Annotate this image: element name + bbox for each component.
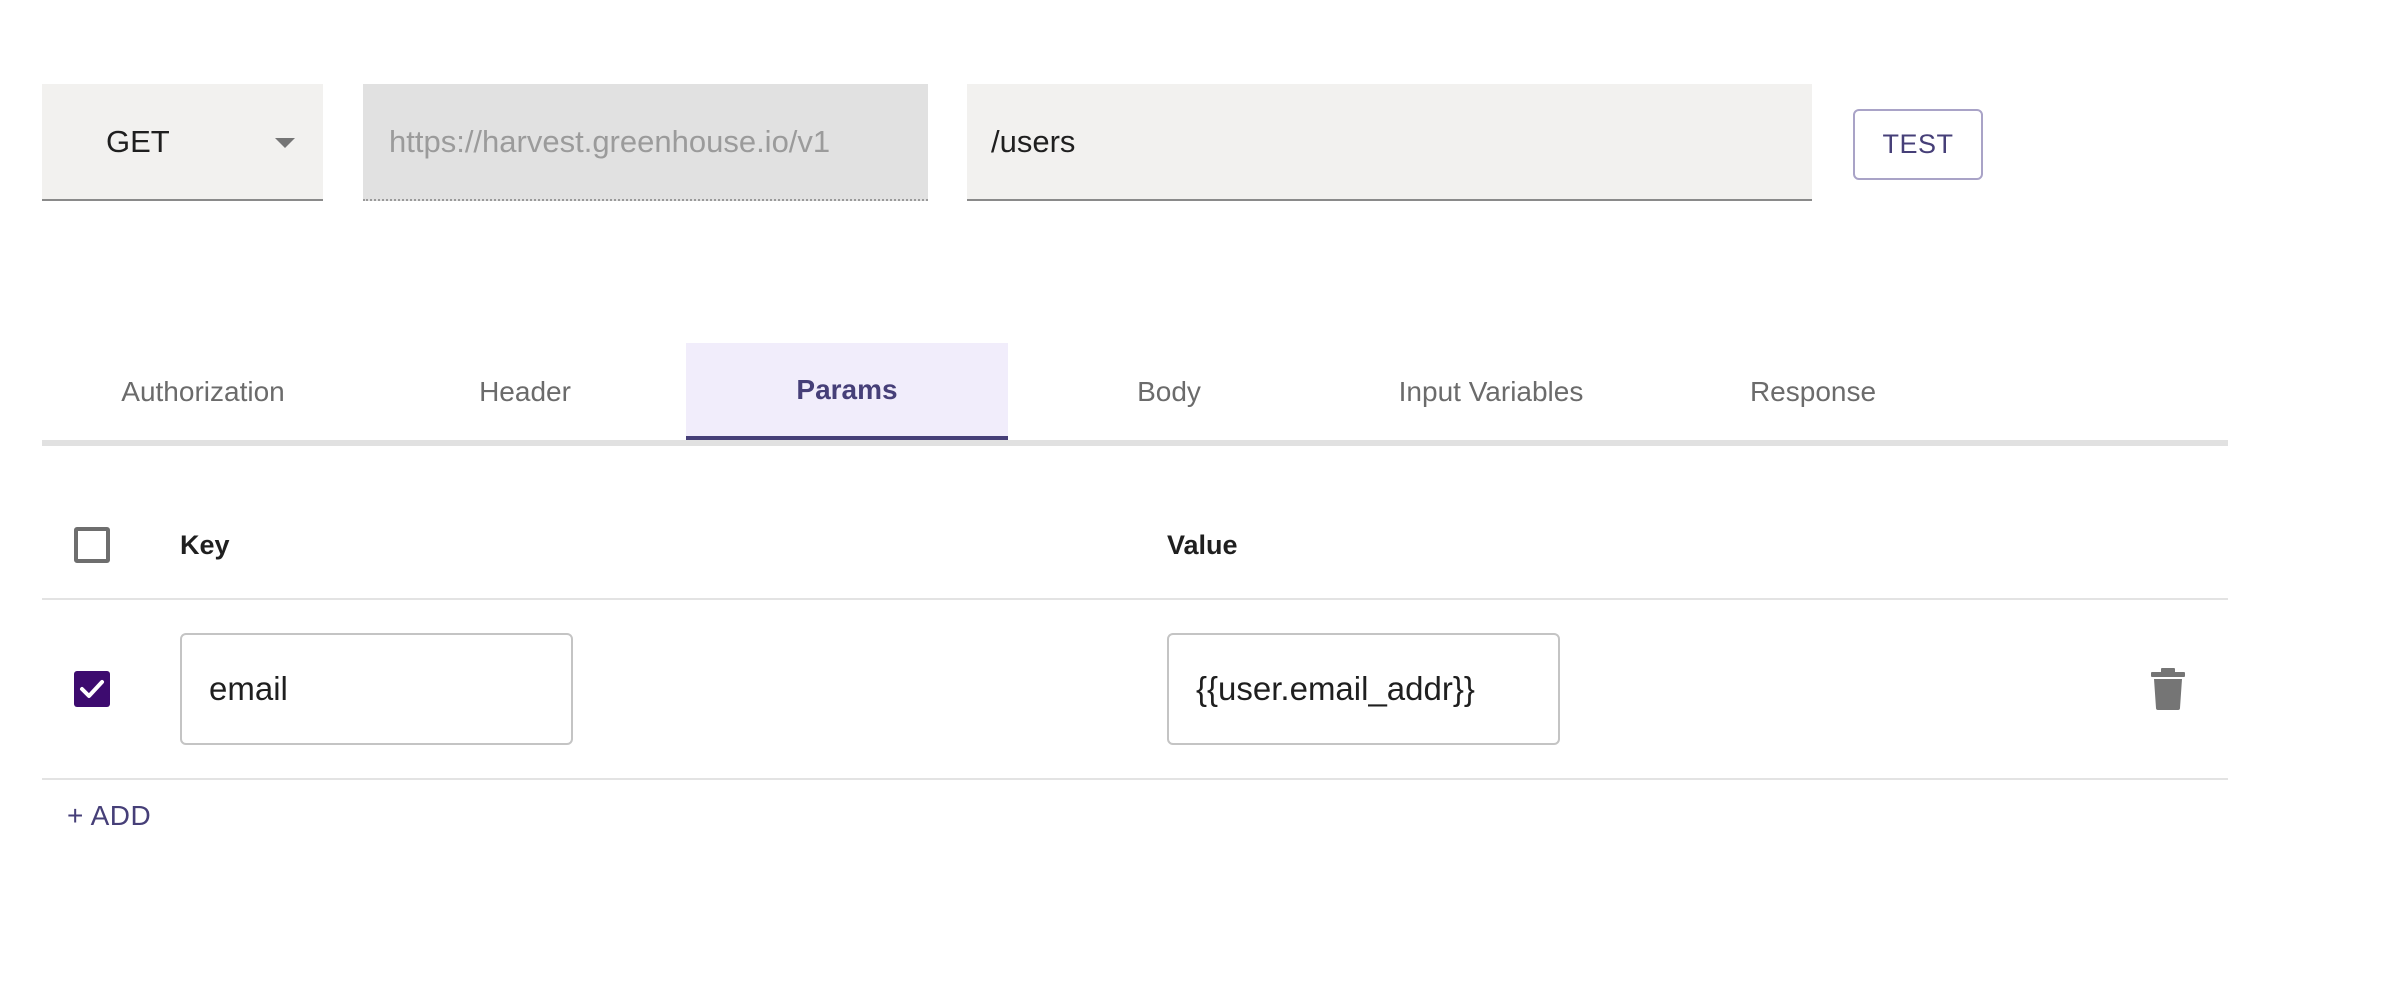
tab-params[interactable]: Params bbox=[686, 343, 1008, 440]
value-column-label: Value bbox=[1167, 530, 1238, 560]
key-column-label: Key bbox=[180, 530, 230, 560]
param-value-input[interactable]: {{user.email_addr}} bbox=[1167, 633, 1560, 745]
tab-body[interactable]: Body bbox=[1008, 343, 1330, 440]
add-param-button[interactable]: + ADD bbox=[67, 800, 151, 832]
method-value: GET bbox=[106, 123, 170, 159]
params-table-header: Key Value bbox=[42, 490, 2228, 600]
base-url-field: https://harvest.greenhouse.io/v1 bbox=[363, 84, 928, 201]
tab-header[interactable]: Header bbox=[364, 343, 686, 440]
tab-response[interactable]: Response bbox=[1652, 343, 1974, 440]
method-select[interactable]: GET bbox=[42, 84, 323, 201]
test-button[interactable]: TEST bbox=[1853, 109, 1983, 180]
select-all-checkbox[interactable] bbox=[74, 527, 110, 563]
tab-bar: Authorization Header Params Body Input V… bbox=[42, 343, 2228, 446]
param-key-input[interactable]: email bbox=[180, 633, 573, 745]
tab-authorization[interactable]: Authorization bbox=[42, 343, 364, 440]
table-row: email {{user.email_addr}} bbox=[42, 600, 2228, 780]
trash-icon[interactable] bbox=[2150, 668, 2186, 710]
check-icon bbox=[80, 680, 104, 698]
param-value-value: {{user.email_addr}} bbox=[1196, 670, 1475, 707]
path-input[interactable]: /users bbox=[967, 84, 1812, 201]
path-value: /users bbox=[991, 123, 1076, 159]
chevron-down-icon bbox=[275, 138, 295, 148]
row-enabled-checkbox[interactable] bbox=[74, 671, 110, 707]
param-key-value: email bbox=[209, 670, 288, 707]
tab-input-variables[interactable]: Input Variables bbox=[1330, 343, 1652, 440]
base-url-value: https://harvest.greenhouse.io/v1 bbox=[389, 123, 831, 159]
